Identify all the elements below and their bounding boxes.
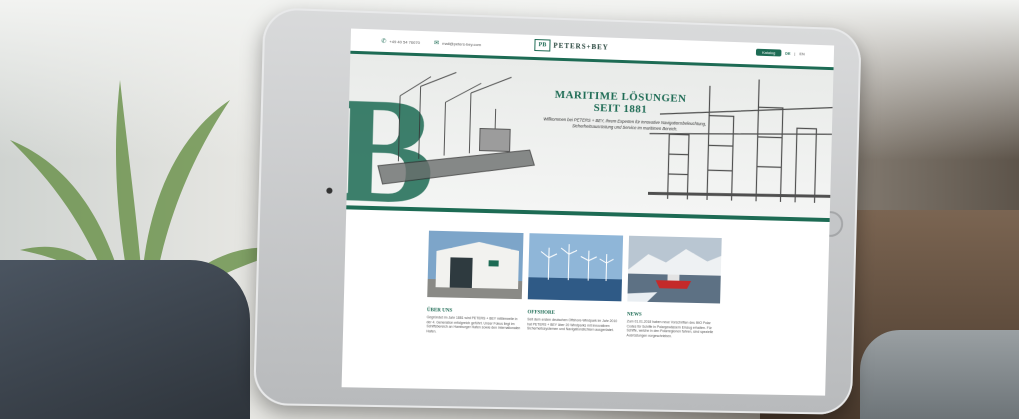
lang-en-link[interactable]: EN xyxy=(799,51,805,56)
building-photo xyxy=(427,230,524,300)
phone-icon: ✆ xyxy=(381,38,387,45)
card-title: ÜBER UNS xyxy=(426,308,453,314)
header-right: Katalog DE | EN xyxy=(756,48,805,58)
card-title: OFFSHORE xyxy=(527,310,555,316)
tablet-screen: ✆ +49 40 54 76070 ✉ mail@peters-bey.com … xyxy=(341,28,835,396)
hero-banner: B MARITIME LÖSUNGEN SEIT 1881 Willkommen… xyxy=(346,53,834,219)
person-arm-left xyxy=(0,260,250,419)
hero-title: MARITIME LÖSUNGEN SEIT 1881 xyxy=(541,88,700,117)
content-section: ÜBER UNS Gegründet im Jahr 1881 wird PET… xyxy=(341,210,830,396)
lang-separator: | xyxy=(794,51,796,57)
phone-text: +49 40 54 76070 xyxy=(389,38,421,45)
card-offshore[interactable]: OFFSHORE Seit dem ersten deutschen Offsh… xyxy=(526,233,624,333)
card-text: Seit dem ersten deutschen Offshore-Windp… xyxy=(526,317,618,333)
email-text: mail@peters-bey.com xyxy=(442,40,482,47)
site-logo[interactable]: PB PETERS+BEY xyxy=(534,38,609,54)
ship-illustration xyxy=(367,65,542,201)
contact-email[interactable]: ✉ mail@peters-bey.com xyxy=(434,39,481,48)
card-about[interactable]: ÜBER UNS Gegründet im Jahr 1881 wird PET… xyxy=(426,230,524,336)
wind-turbines-photo xyxy=(527,233,624,302)
catalog-button[interactable]: Katalog xyxy=(756,48,782,57)
card-title: NEWS xyxy=(626,312,642,318)
contact-phone[interactable]: ✆ +49 40 54 76070 xyxy=(381,37,420,45)
mail-icon: ✉ xyxy=(433,40,440,47)
logo-mark: PB xyxy=(534,38,551,52)
tablet-device: ✆ +49 40 54 76070 ✉ mail@peters-bey.com … xyxy=(253,7,862,415)
logo-text: PETERS+BEY xyxy=(553,41,609,52)
person-sleeve-right xyxy=(860,330,1019,419)
card-news[interactable]: NEWS Zum 01.01.2018 haben neue Vorschrif… xyxy=(626,235,722,340)
lang-de-link[interactable]: DE xyxy=(785,51,791,56)
card-text: Gegründet im Jahr 1881 wird PETERS + BEY… xyxy=(426,315,521,334)
ship-ice-photo xyxy=(627,235,722,304)
card-text: Zum 01.01.2018 haben neue Vorschriften d… xyxy=(626,319,714,339)
